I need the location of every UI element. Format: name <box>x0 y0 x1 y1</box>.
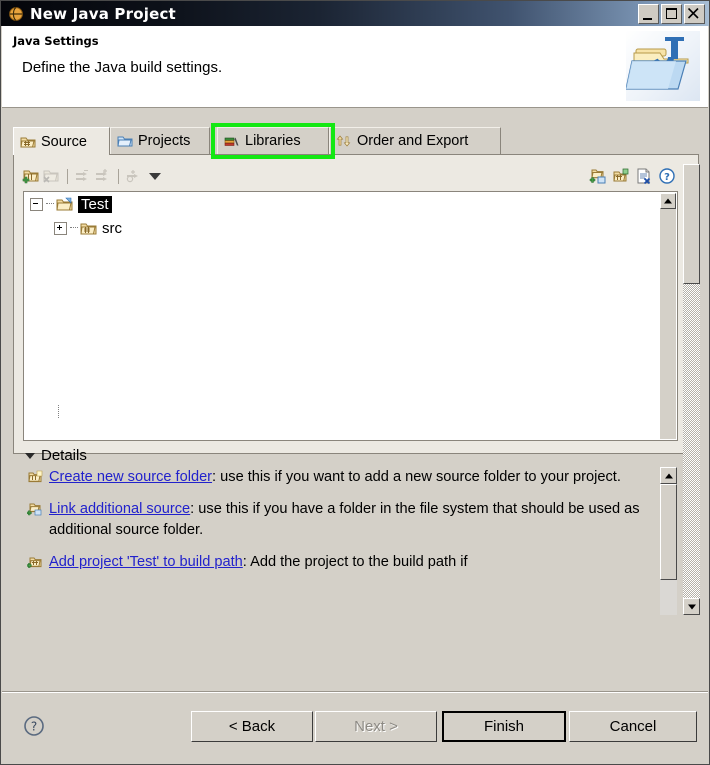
details-twisty-icon[interactable] <box>25 452 35 459</box>
expander-minus-icon[interactable] <box>30 197 43 211</box>
toolbar-separator-2 <box>118 168 119 184</box>
wizard-page-description: Define the Java build settings. <box>22 59 223 76</box>
tab-libraries[interactable]: Libraries <box>217 127 329 154</box>
tab-source[interactable]: Source <box>13 127 110 155</box>
tree-connector <box>46 203 54 205</box>
add-project-to-build-path-icon[interactable] <box>612 167 630 185</box>
remove-from-build-path-icon[interactable] <box>635 167 653 185</box>
tree-node-label-test: Test <box>78 195 112 213</box>
order-export-arrows-icon <box>336 134 352 148</box>
window-title: New Java Project <box>30 4 176 23</box>
details-scroll-track[interactable] <box>660 580 677 615</box>
libraries-books-icon <box>224 134 240 148</box>
next-button: Next > <box>315 711 437 742</box>
java-folder-wizard-icon <box>625 31 700 101</box>
details-list: Create new source folder: use this if yo… <box>25 467 677 615</box>
page-scroll-thumb[interactable] <box>683 164 700 284</box>
source-package-folder-icon <box>80 221 98 236</box>
details-item: Add project 'Test' to build path: Add th… <box>25 552 677 573</box>
remove-source-folder-icon <box>42 167 60 185</box>
page-scroll-track[interactable] <box>683 284 700 598</box>
link-additional-source-icon[interactable] <box>589 167 607 185</box>
tree-node-label-src: src <box>102 219 122 237</box>
finish-button-label: Finish <box>483 718 524 735</box>
tab-strip: Source Projects Libraries Order and Expo… <box>13 123 699 159</box>
link-source-in-icon <box>73 167 91 185</box>
tab-projects[interactable]: Projects <box>110 127 210 154</box>
maximize-button[interactable] <box>661 4 682 24</box>
configure-filters-icon <box>124 167 142 185</box>
details-scroll-thumb[interactable] <box>660 484 677 580</box>
create-new-source-folder-icon <box>27 470 43 484</box>
tree-scrollbar[interactable] <box>660 193 676 439</box>
svg-text:?: ? <box>31 720 37 734</box>
tab-libraries-label: Libraries <box>245 133 301 149</box>
details-header[interactable]: Details <box>25 447 87 464</box>
wizard-page-subtitle: Java Settings <box>13 34 99 48</box>
cancel-button-label: Cancel <box>609 718 657 735</box>
help-hint-icon[interactable]: ? <box>658 167 676 185</box>
wizard-header: Java Settings Define the Java build sett… <box>2 26 708 108</box>
toolbar-right-group: ? <box>589 167 678 185</box>
toolbar-menu-caret[interactable] <box>149 172 161 180</box>
finish-button[interactable]: Finish <box>442 711 566 742</box>
source-toolbar: ? <box>22 164 678 188</box>
tree-row-src[interactable]: src <box>24 216 677 240</box>
details-item-text: : Add the project to the build path if <box>242 554 468 570</box>
svg-text:?: ? <box>664 172 670 183</box>
close-button[interactable] <box>684 4 705 24</box>
java-project-icon <box>8 6 24 22</box>
toolbar-separator <box>67 168 68 184</box>
add-project-to-build-path-icon <box>26 555 43 569</box>
tree-scroll-up-button[interactable] <box>660 193 676 209</box>
footer-separator <box>2 691 708 693</box>
tab-order-and-export-label: Order and Export <box>357 133 469 149</box>
new-java-project-dialog: New Java Project Java Settings Define th… <box>0 0 710 765</box>
page-scrollbar[interactable] <box>683 164 700 615</box>
next-button-label: Next > <box>354 718 398 735</box>
cancel-button[interactable]: Cancel <box>569 711 697 742</box>
help-button[interactable]: ? <box>23 715 45 737</box>
tree-connector-2 <box>70 227 78 229</box>
tree-row-project[interactable]: Test <box>24 192 677 216</box>
tab-source-label: Source <box>41 133 87 150</box>
create-new-source-folder-link[interactable]: Create new source folder <box>49 469 212 485</box>
details-item-text: : use this if you want to add a new sour… <box>212 469 621 485</box>
expander-plus-icon[interactable] <box>54 221 67 235</box>
tab-order-and-export[interactable]: Order and Export <box>329 127 501 154</box>
details-item: Create new source folder: use this if yo… <box>25 467 677 488</box>
back-button-label: < Back <box>228 718 276 735</box>
source-folder-icon <box>20 135 36 149</box>
link-source-out-icon <box>93 167 111 185</box>
window-controls <box>638 4 705 24</box>
title-bar: New Java Project <box>1 1 709 26</box>
add-project-to-build-path-link[interactable]: Add project 'Test' to build path <box>49 554 243 570</box>
projects-folder-icon <box>117 134 133 148</box>
details-title: Details <box>41 447 87 464</box>
details-scroll-up-button[interactable] <box>660 467 677 484</box>
tab-projects-label: Projects <box>138 133 191 149</box>
details-item: Link additional source: use this if you … <box>25 499 677 541</box>
page-scroll-down-button[interactable] <box>683 598 700 615</box>
link-additional-source-icon <box>26 502 43 516</box>
back-button[interactable]: < Back <box>191 711 313 742</box>
add-source-folder-icon[interactable] <box>22 167 40 185</box>
tree-vertical-connector <box>58 405 59 419</box>
details-scrollbar[interactable] <box>660 467 677 615</box>
link-additional-source-link[interactable]: Link additional source <box>49 501 190 517</box>
project-folder-icon <box>56 197 74 212</box>
minimize-button[interactable] <box>638 4 659 24</box>
source-folders-tree[interactable]: Test src <box>23 191 678 441</box>
